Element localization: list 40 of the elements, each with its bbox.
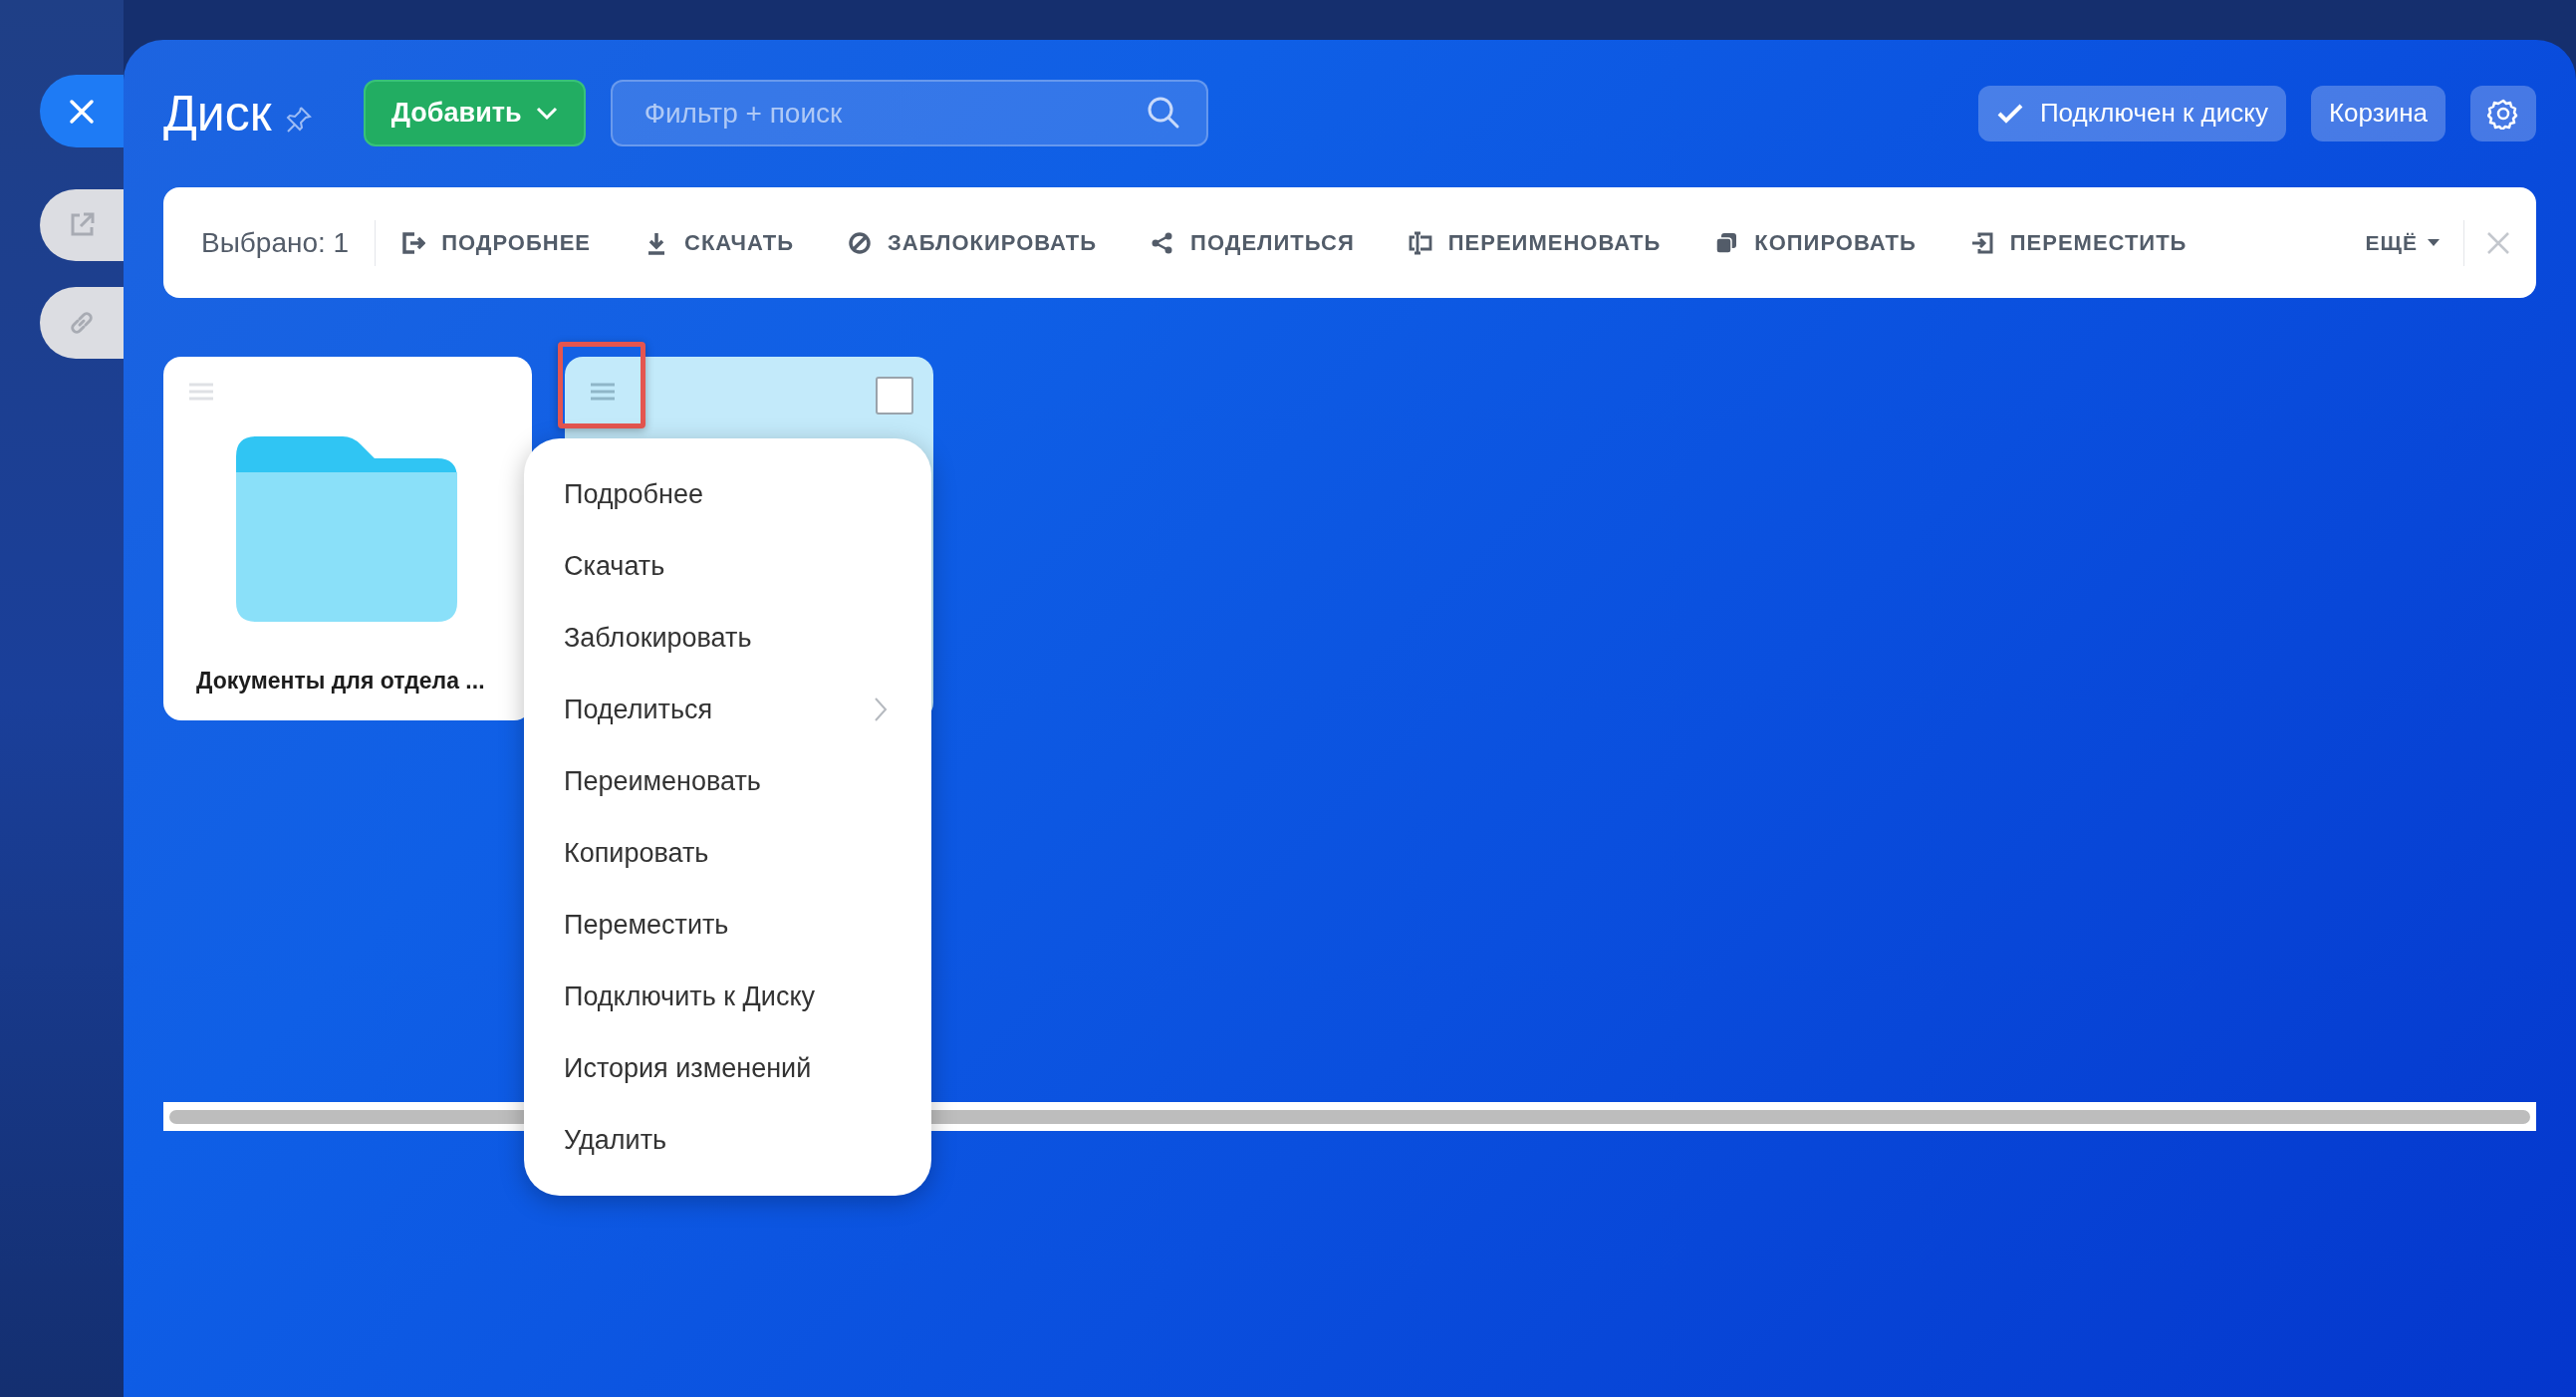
page-title: Диск bbox=[163, 88, 272, 139]
toolbar-action[interactable]: СКАЧАТЬ bbox=[644, 226, 795, 259]
menu-item[interactable]: Удалить bbox=[524, 1104, 931, 1176]
menu-item[interactable]: Копировать bbox=[524, 817, 931, 889]
toolbar-action[interactable]: КОПИРОВАТЬ bbox=[1714, 226, 1917, 259]
menu-item[interactable]: История изменений bbox=[524, 1032, 931, 1104]
menu-icon[interactable] bbox=[590, 382, 616, 402]
checkbox[interactable] bbox=[876, 377, 913, 415]
selected-count: Выбрано: 1 bbox=[201, 225, 350, 260]
block-icon bbox=[848, 230, 873, 255]
toolbar-action[interactable]: ПОДЕЛИТЬСЯ bbox=[1151, 226, 1355, 259]
rename-icon bbox=[1408, 230, 1432, 255]
toolbar-action[interactable]: ПЕРЕМЕСТИТЬ bbox=[1969, 226, 2188, 259]
toolbar-action[interactable]: ПЕРЕИМЕНОВАТЬ bbox=[1408, 226, 1662, 259]
menu-item[interactable]: Переместить bbox=[524, 889, 931, 961]
connected-button[interactable]: Подключен к диску bbox=[1977, 85, 2286, 141]
toolbar-action[interactable]: ЗАБЛОКИРОВАТЬ bbox=[848, 226, 1098, 259]
settings-button[interactable] bbox=[2470, 85, 2536, 141]
folder-name: Документы для отдела ... bbox=[196, 667, 485, 696]
copy-icon bbox=[1714, 230, 1739, 255]
folder-card[interactable]: Документы для отдела ... bbox=[163, 357, 532, 720]
check-icon bbox=[1995, 102, 2024, 125]
caret-icon bbox=[2428, 239, 2440, 246]
folder-icon bbox=[236, 436, 457, 622]
exit-icon bbox=[401, 230, 426, 255]
more-button[interactable]: ЕЩЁ bbox=[2365, 226, 2440, 259]
trash-button[interactable]: Корзина bbox=[2310, 85, 2446, 141]
chevron-right-icon bbox=[874, 697, 888, 722]
close-icon[interactable] bbox=[2486, 230, 2510, 255]
chevron-down-icon bbox=[535, 106, 558, 121]
open-external-button[interactable] bbox=[40, 189, 124, 261]
close-button[interactable] bbox=[40, 75, 124, 147]
toolbar-action[interactable]: ПОДРОБНЕЕ bbox=[401, 226, 591, 259]
close-icon bbox=[69, 98, 95, 125]
menu-item[interactable]: Переименовать bbox=[524, 745, 931, 817]
menu-item[interactable]: Подключить к Диску bbox=[524, 961, 931, 1032]
search-icon bbox=[1146, 96, 1180, 130]
copy-link-button[interactable] bbox=[40, 287, 124, 359]
settings-icon bbox=[2487, 97, 2519, 130]
move-icon bbox=[1969, 230, 1994, 255]
